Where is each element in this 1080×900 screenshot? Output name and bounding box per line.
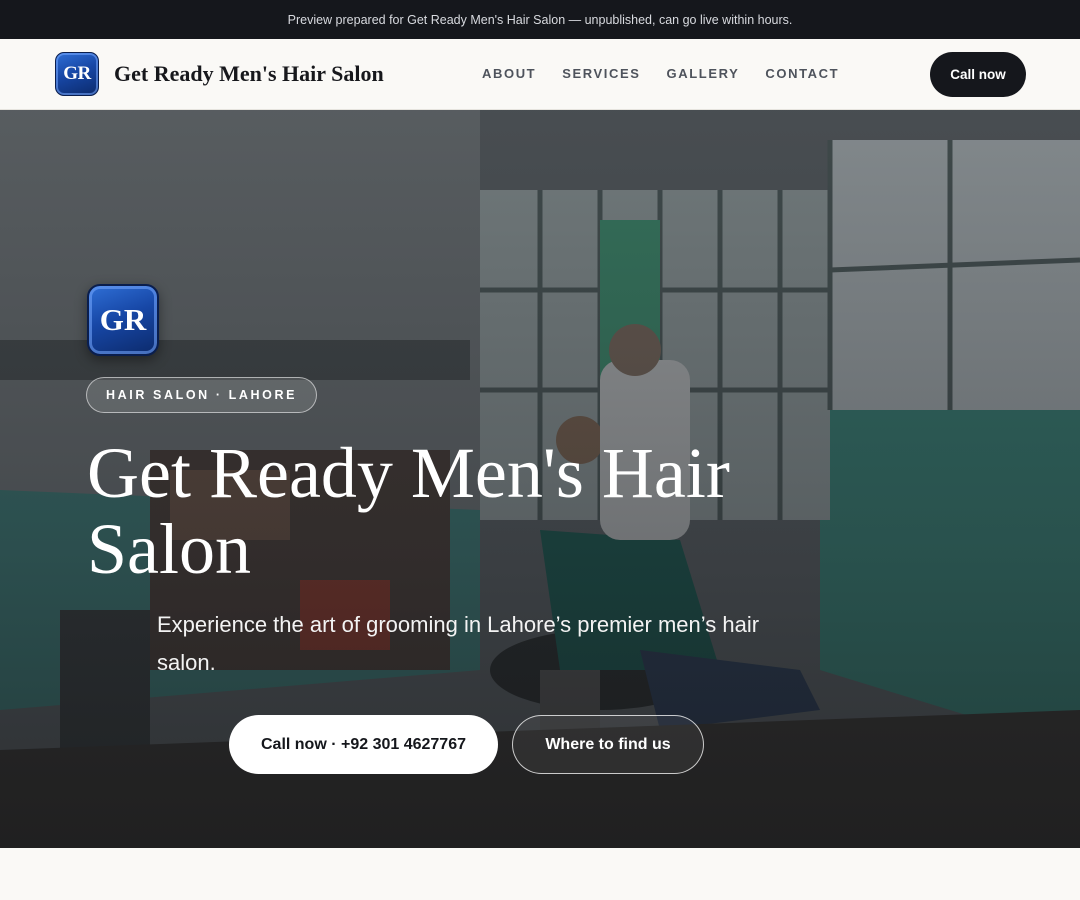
find-us-button[interactable]: Where to find us <box>512 715 704 774</box>
site-header: GR Get Ready Men's Hair Salon ABOUT SERV… <box>0 39 1080 110</box>
hero-section: GR HAIR SALON · LAHORE Get Ready Men's H… <box>0 110 1080 848</box>
nav-gallery[interactable]: GALLERY <box>667 66 740 81</box>
brand-name[interactable]: Get Ready Men's Hair Salon <box>114 61 384 87</box>
nav-services[interactable]: SERVICES <box>562 66 640 81</box>
main-nav: ABOUT SERVICES GALLERY CONTACT <box>482 66 839 81</box>
nav-contact[interactable]: CONTACT <box>765 66 839 81</box>
logo-icon[interactable]: GR <box>55 52 99 96</box>
call-now-button[interactable]: Call now <box>930 52 1026 97</box>
preview-banner: Preview prepared for Get Ready Men's Hai… <box>0 0 1080 39</box>
preview-banner-text: Preview prepared for Get Ready Men's Hai… <box>287 12 793 27</box>
hero-subtitle: Experience the art of grooming in Lahore… <box>157 612 760 675</box>
hero-title: Get Ready Men's Hair Salon <box>87 433 730 589</box>
call-phone-button[interactable]: Call now · +92 301 4627767 <box>229 715 498 774</box>
hero-logo-icon: GR <box>87 284 159 356</box>
category-pill: HAIR SALON · LAHORE <box>86 377 318 413</box>
nav-about[interactable]: ABOUT <box>482 66 536 81</box>
